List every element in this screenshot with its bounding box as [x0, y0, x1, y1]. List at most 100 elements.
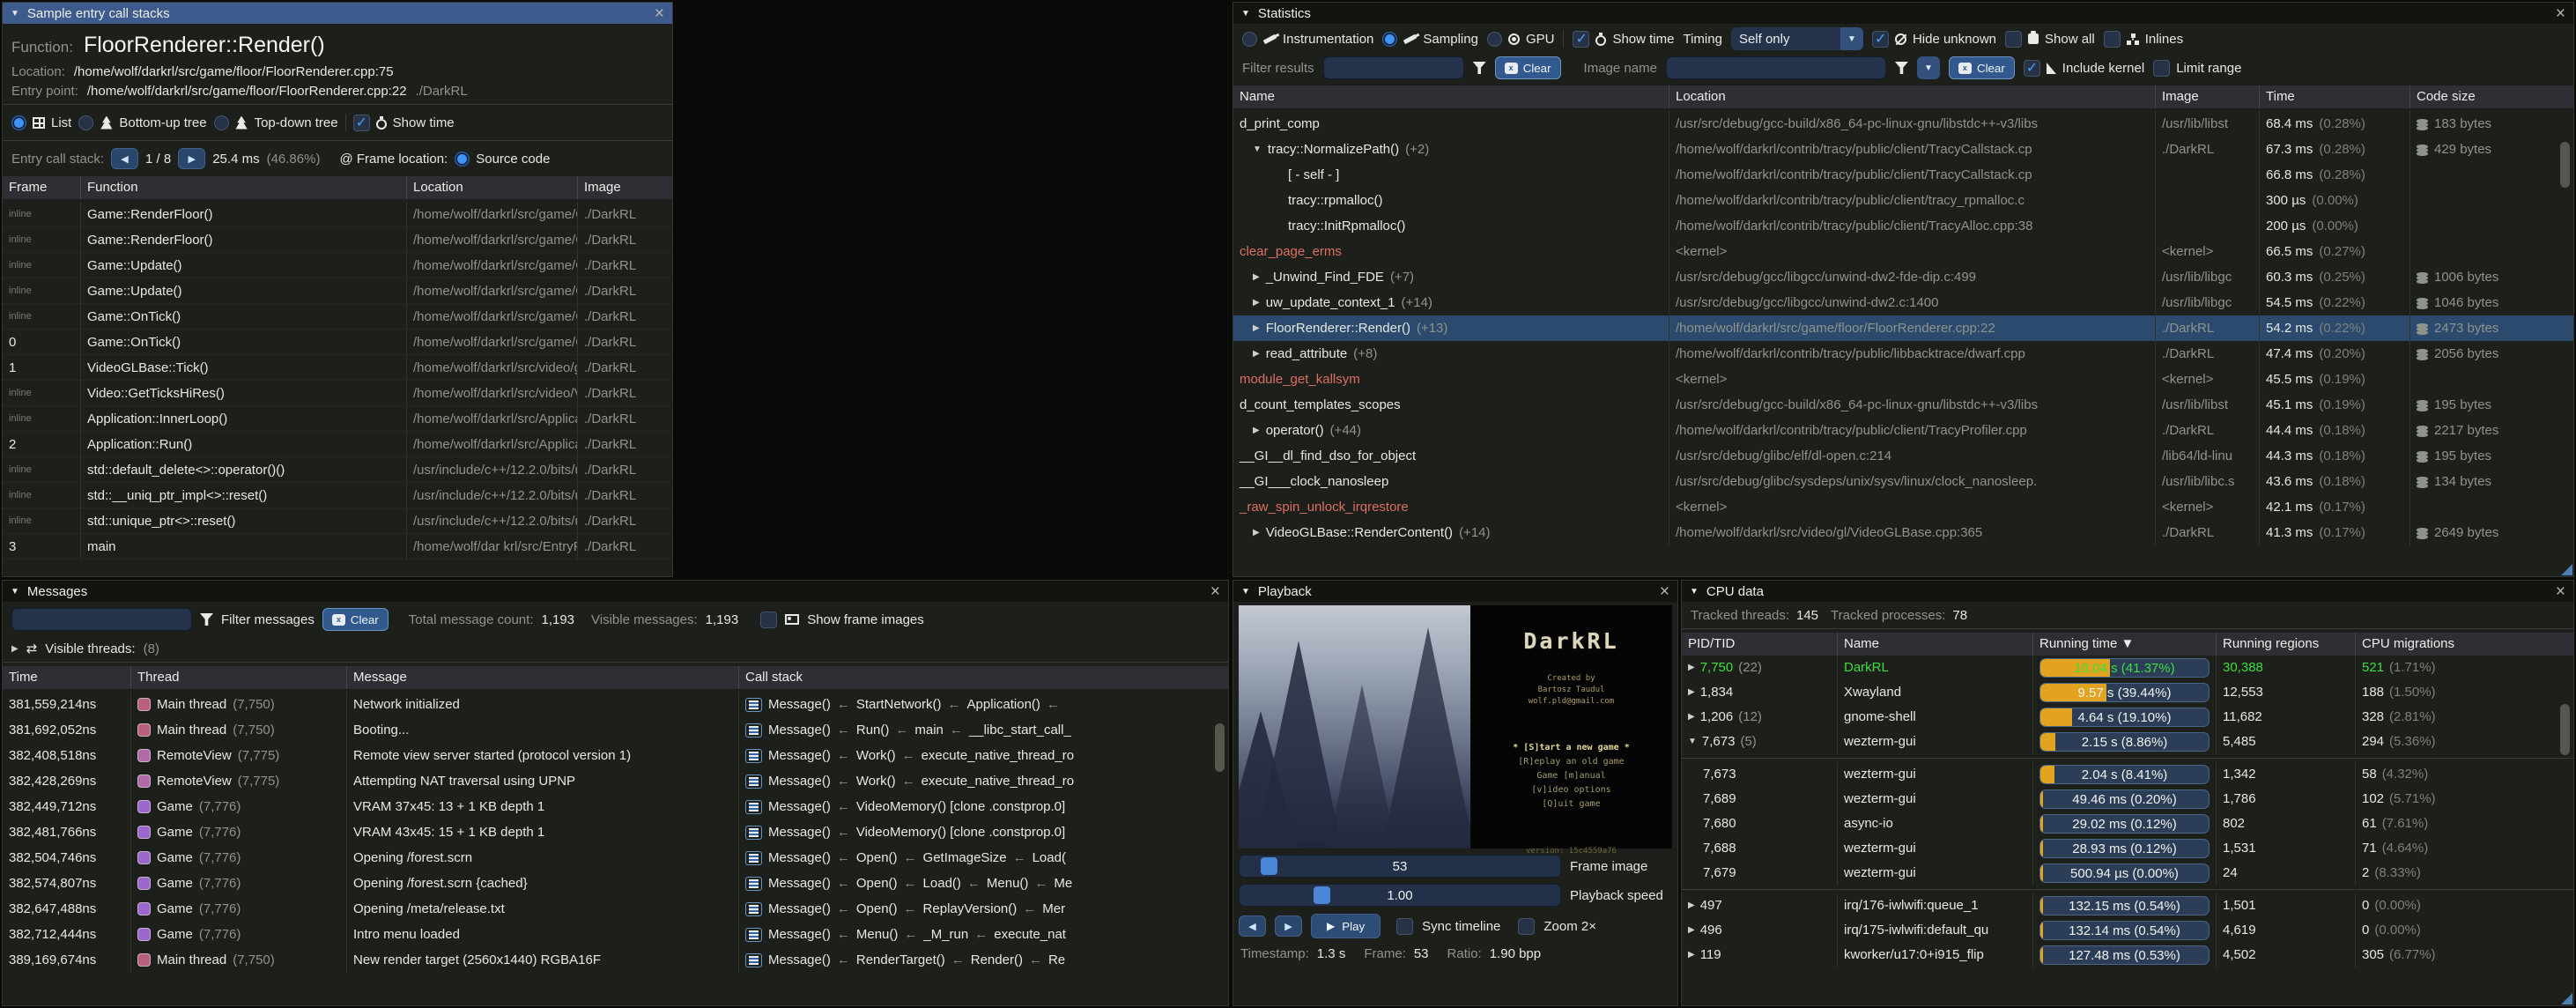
cell-time[interactable]: 382,504,746ns [3, 845, 130, 871]
cell-time[interactable]: 382,449,712ns [3, 794, 130, 819]
cell-name[interactable]: [ - self - ] [1233, 162, 1669, 188]
expand-icon[interactable]: ▼ [1253, 137, 1262, 162]
frame-image-slider[interactable]: 53 [1239, 855, 1561, 878]
clear-button[interactable]: xClear [1949, 56, 2015, 79]
dropdown-button[interactable]: ▼ [1917, 56, 1940, 79]
cell-location[interactable]: /home/wolf/darkrl/src/game/Game.cpp:227 [406, 330, 577, 355]
cell-location[interactable]: <kernel> [1669, 494, 2155, 520]
scrollbar-thumb[interactable] [2560, 142, 2570, 188]
close-icon[interactable]: × [655, 5, 664, 22]
call-stack-icon[interactable] [745, 698, 762, 712]
cell-time[interactable]: 381,692,052ns [3, 717, 130, 743]
checkbox-limit-range[interactable]: Limit range [2153, 60, 2241, 77]
cell-location[interactable]: <kernel> [1669, 367, 2155, 392]
cell-time[interactable]: 381,559,214ns [3, 692, 130, 717]
cell-name[interactable]: ▶FloorRenderer::Render()(+13) [1233, 315, 1669, 341]
sync-timeline-checkbox[interactable] [1396, 918, 1413, 935]
radio-option-gpu[interactable]: GPU [1487, 32, 1555, 47]
titlebar-statistics[interactable]: ▼ Statistics × [1233, 3, 2573, 24]
collapse-icon[interactable]: ▼ [11, 587, 19, 597]
cell-location[interactable]: /home/wolf/darkrl/src/game/Game.cpp:283 [406, 253, 577, 278]
text-input[interactable] [1323, 56, 1464, 79]
cell-thread[interactable]: Game(7,776) [130, 922, 346, 947]
radio-option-bottom-up-tree[interactable]: Bottom-up tree [78, 115, 206, 130]
next-frame-button[interactable]: ▶ [1275, 915, 1302, 937]
cell-pid-tid[interactable]: ▶7,750(22) [1682, 656, 1837, 680]
cell-function[interactable]: Video::GetTicksHiRes() [80, 381, 406, 406]
cell-function[interactable]: Game::RenderFloor() [80, 202, 406, 227]
cell-time[interactable]: 382,481,766ns [3, 819, 130, 845]
cell-location[interactable]: /home/wolf/darkrl/contrib/tracy/public/c… [1669, 137, 2155, 162]
cell-location[interactable]: /home/wolf/darkrl/src/game/Game.cpp:238 [406, 304, 577, 330]
cell-name[interactable]: d_count_templates_scopes [1233, 392, 1669, 418]
cell-location[interactable]: /home/wolf/dar krl/src/EntryPointPosix.c… [406, 534, 577, 560]
cell-location[interactable]: /home/wolf/darkrl/contrib/tracy/public/c… [1669, 213, 2155, 239]
column-header[interactable]: Name [1837, 633, 2032, 656]
cell-call-stack[interactable]: Message()←VideoMemory() [clone .constpro… [738, 819, 1228, 845]
cell-name[interactable]: ▶read_attribute(+8) [1233, 341, 1669, 367]
cell-message[interactable]: Opening /forest.scrn [346, 845, 738, 871]
clear-button[interactable]: x Clear [322, 608, 389, 631]
cell-location[interactable]: /home/wolf/darkrl/src/game/Game.cpp:275 [406, 278, 577, 304]
scrollbar-thumb[interactable] [2560, 704, 2570, 755]
titlebar-cpu-data[interactable]: ▼ CPU data × [1682, 581, 2573, 602]
expand-icon[interactable]: ▶ [1253, 520, 1260, 545]
radio-option-list[interactable]: List [11, 115, 71, 130]
cell-location[interactable]: /home/wolf/darkrl/src/Application.cpp:22… [406, 406, 577, 432]
cell-thread[interactable]: Game(7,776) [130, 896, 346, 922]
cell-name[interactable]: __GI___clock_nanosleep [1233, 469, 1669, 494]
cell-location[interactable]: /home/wolf/darkrl/src/video/gl/VideoGLBa… [406, 355, 577, 381]
cell-location[interactable]: /home/wolf/darkrl/src/video/Video.cpp:29 [406, 381, 577, 406]
column-header[interactable]: PID/TID [1682, 633, 1837, 656]
cell-function[interactable]: VideoGLBase::Tick() [80, 355, 406, 381]
cell-location[interactable]: /usr/include/c++/12.2.0/bits/unique_ptr.… [406, 508, 577, 534]
cell-thread[interactable]: Main thread(7,750) [130, 692, 346, 717]
cell-message[interactable]: New render target (2560x1440) RGBA16F [346, 947, 738, 973]
cell-message[interactable]: VRAM 43x45: 15 + 1 KB depth 1 [346, 819, 738, 845]
column-header[interactable]: Name [1233, 85, 1669, 108]
cell-message[interactable]: Booting... [346, 717, 738, 743]
call-stack-icon[interactable] [745, 826, 762, 840]
cell-function[interactable]: std::default_delete<>::operator()() [80, 457, 406, 483]
call-stack-icon[interactable] [745, 749, 762, 763]
call-stack-icon[interactable] [745, 800, 762, 814]
cell-name[interactable]: tracy::rpmalloc() [1233, 188, 1669, 213]
filter-input[interactable] [11, 608, 192, 631]
cell-thread[interactable]: RemoteView(7,775) [130, 743, 346, 768]
cell-pid-tid[interactable]: ▶497 [1682, 893, 1837, 918]
checkbox-show-time[interactable]: Show time [1573, 31, 1674, 48]
column-header[interactable]: Image [2155, 85, 2259, 108]
cell-function[interactable]: Application::Run() [80, 432, 406, 457]
expand-icon[interactable]: ▶ [1253, 264, 1260, 290]
playback-speed-slider[interactable]: 1.00 [1239, 884, 1561, 907]
cell-location[interactable]: /home/wolf/darkrl/contrib/tracy/public/c… [1669, 418, 2155, 443]
column-header[interactable]: Function [80, 176, 406, 199]
cell-pid-tid[interactable]: ▼7,673(5) [1682, 730, 1837, 754]
call-stack-icon[interactable] [745, 723, 762, 737]
play-button[interactable]: ▶ Play [1311, 914, 1381, 938]
cell-call-stack[interactable]: Message()←Run()←main←__libc_start_call_ [738, 717, 1228, 743]
location-value[interactable]: /home/wolf/darkrl/src/game/floor/FloorRe… [74, 64, 394, 79]
cell-call-stack[interactable]: Message()←Work()←execute_native_thread_r… [738, 768, 1228, 794]
prev-button[interactable]: ◀ [111, 148, 138, 169]
close-icon[interactable]: × [2556, 5, 2565, 22]
expand-icon[interactable]: ▶ [1253, 341, 1260, 367]
radio-icon[interactable] [1242, 32, 1257, 47]
cell-name[interactable]: ▶VideoGLBase::RenderContent()(+14) [1233, 520, 1669, 545]
cell-message[interactable]: Network initialized [346, 692, 738, 717]
expand-icon[interactable]: ▶ [1253, 418, 1260, 443]
checkbox-icon[interactable] [2104, 31, 2121, 48]
cell-location[interactable]: /usr/src/debug/gcc/libgcc/unwind-dw2-fde… [1669, 264, 2155, 290]
filter-icon[interactable] [200, 613, 213, 626]
checkbox-show-all[interactable]: Show all [2005, 31, 2095, 48]
cell-name[interactable]: clear_page_erms [1233, 239, 1669, 264]
cell-location[interactable]: <kernel> [1669, 239, 2155, 264]
cell-call-stack[interactable]: Message()←RenderTarget()←Render()←Re [738, 947, 1228, 973]
column-header[interactable]: CPU migrations [2355, 633, 2573, 656]
filter-icon[interactable] [1473, 62, 1486, 74]
cell-name[interactable]: module_get_kallsym [1233, 367, 1669, 392]
radio-option-top-down-tree[interactable]: Top-down tree [214, 115, 338, 130]
expand-icon[interactable]: ▼ [1688, 730, 1697, 754]
cell-pid-tid[interactable]: 7,689 [1682, 787, 1837, 812]
cell-location[interactable]: /home/wolf/darkrl/src/game/Game.cpp:219 [406, 227, 577, 253]
